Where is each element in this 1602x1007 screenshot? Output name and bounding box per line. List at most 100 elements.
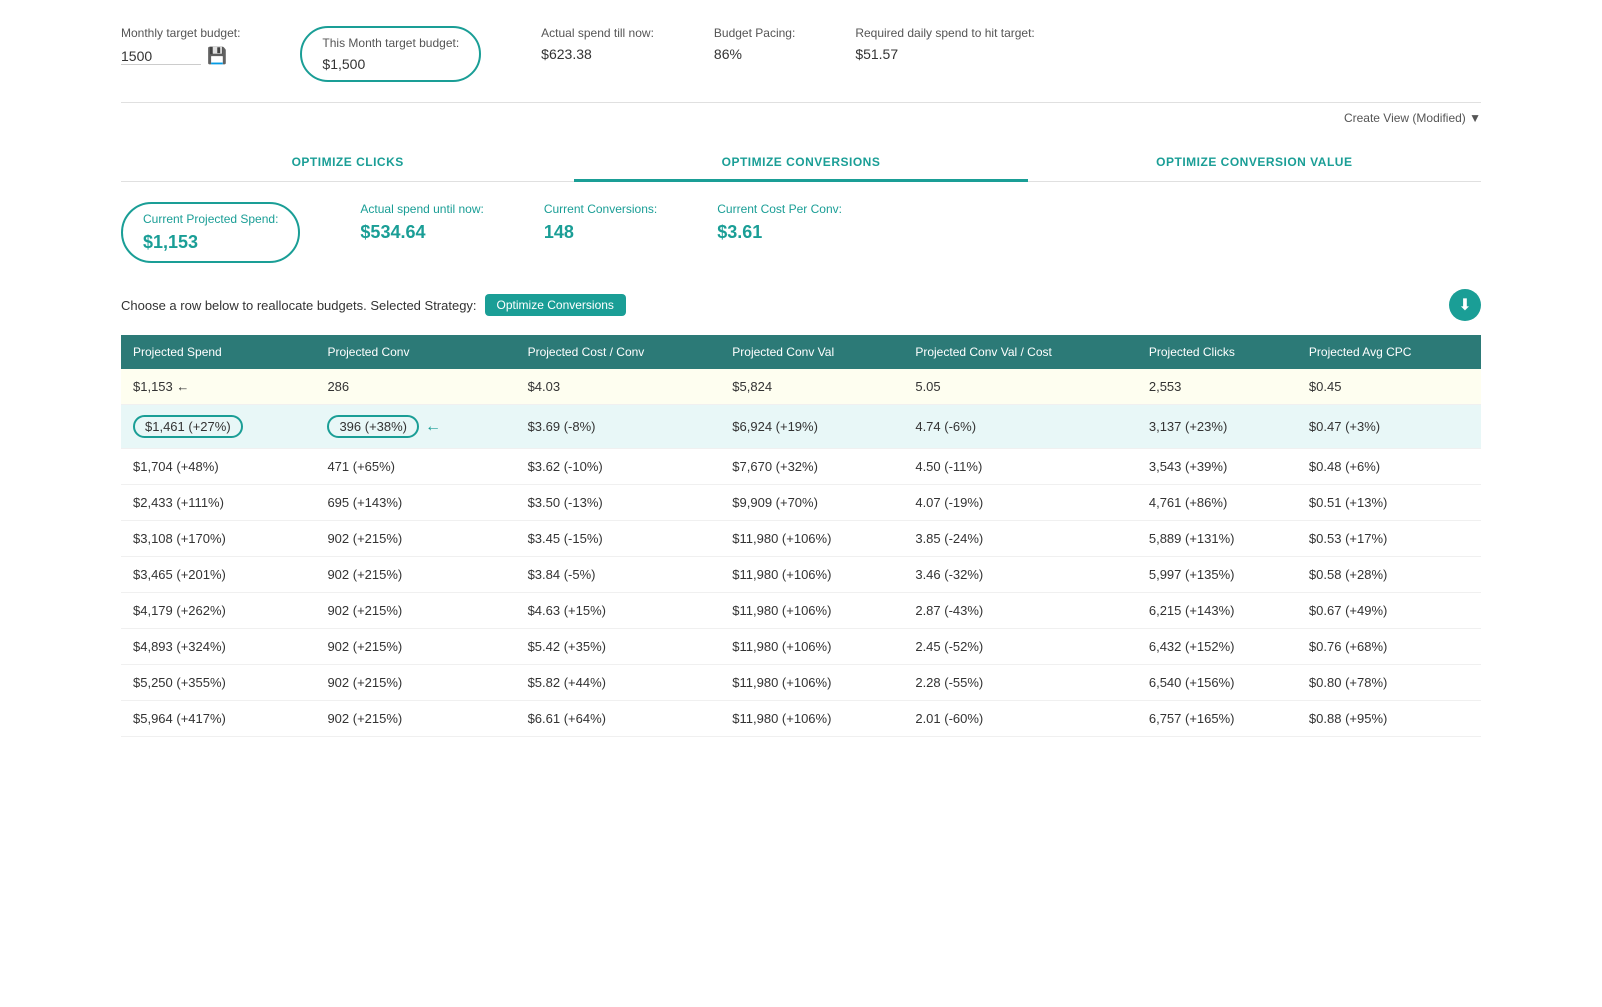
col-projected-conv: Projected Conv	[315, 335, 515, 369]
table-header-row: Projected Spend Projected Conv Projected…	[121, 335, 1481, 369]
table-cell: $0.88 (+95%)	[1297, 701, 1481, 737]
table-cell: $11,980 (+106%)	[720, 665, 903, 701]
table-row[interactable]: $2,433 (+111%)695 (+143%)$3.50 (-13%)$9,…	[121, 485, 1481, 521]
actual-spend-value: $623.38	[541, 46, 592, 62]
table-cell: 3.46 (-32%)	[903, 557, 1137, 593]
table-row[interactable]: $1,153 ←286$4.03$5,8245.052,553$0.45	[121, 369, 1481, 405]
monthly-target-budget: Monthly target budget: 💾	[121, 26, 240, 66]
table-row[interactable]: $3,108 (+170%)902 (+215%)$3.45 (-15%)$11…	[121, 521, 1481, 557]
table-cell: $3,108 (+170%)	[121, 521, 315, 557]
table-cell: 4.74 (-6%)	[903, 405, 1137, 449]
cost-per-conv-value: $3.61	[717, 222, 842, 243]
conversions-label: Current Conversions:	[544, 202, 657, 216]
table-cell: 6,757 (+165%)	[1137, 701, 1297, 737]
required-daily-spend: Required daily spend to hit target: $51.…	[855, 26, 1034, 62]
table-cell: 6,432 (+152%)	[1137, 629, 1297, 665]
table-cell: $5.42 (+35%)	[516, 629, 721, 665]
table-cell: 5,889 (+131%)	[1137, 521, 1297, 557]
download-button[interactable]: ⬇	[1449, 289, 1481, 321]
table-cell: $2,433 (+111%)	[121, 485, 315, 521]
table-cell: 695 (+143%)	[315, 485, 515, 521]
table-cell: $0.48 (+6%)	[1297, 449, 1481, 485]
table-cell: $3.50 (-13%)	[516, 485, 721, 521]
col-projected-conv-val: Projected Conv Val	[720, 335, 903, 369]
table-cell: $1,461 (+27%)	[121, 405, 315, 449]
table-cell: 902 (+215%)	[315, 701, 515, 737]
table-cell: 4.50 (-11%)	[903, 449, 1137, 485]
table-cell: 6,540 (+156%)	[1137, 665, 1297, 701]
col-projected-cost-conv: Projected Cost / Conv	[516, 335, 721, 369]
conversions-value: 148	[544, 222, 657, 243]
budget-pacing-value: 86%	[714, 46, 742, 62]
table-cell: $5,824	[720, 369, 903, 405]
this-month-label: This Month target budget:	[322, 36, 459, 50]
col-projected-conv-val-cost: Projected Conv Val / Cost	[903, 335, 1137, 369]
table-cell: 3,137 (+23%)	[1137, 405, 1297, 449]
table-row[interactable]: $1,704 (+48%)471 (+65%)$3.62 (-10%)$7,67…	[121, 449, 1481, 485]
strategy-text: Choose a row below to reallocate budgets…	[121, 298, 477, 313]
table-cell: 396 (+38%)←	[315, 405, 515, 449]
table-cell: $0.80 (+78%)	[1297, 665, 1481, 701]
actual-spend-until-now: Actual spend until now: $534.64	[360, 202, 483, 263]
actual-spend: Actual spend till now: $623.38	[541, 26, 654, 62]
table-cell: $7,670 (+32%)	[720, 449, 903, 485]
table-cell: $11,980 (+106%)	[720, 593, 903, 629]
current-conversions: Current Conversions: 148	[544, 202, 657, 263]
strategy-tabs: OPTIMIZE CLICKS OPTIMIZE CONVERSIONS OPT…	[121, 141, 1481, 182]
table-cell: $1,153 ←	[121, 369, 315, 405]
table-row[interactable]: $1,461 (+27%)396 (+38%)←$3.69 (-8%)$6,92…	[121, 405, 1481, 449]
table-cell: 902 (+215%)	[315, 665, 515, 701]
table-cell: 6,215 (+143%)	[1137, 593, 1297, 629]
table-cell: 902 (+215%)	[315, 521, 515, 557]
table-row[interactable]: $5,250 (+355%)902 (+215%)$5.82 (+44%)$11…	[121, 665, 1481, 701]
actual-spend-label: Actual spend till now:	[541, 26, 654, 40]
table-cell: $5,250 (+355%)	[121, 665, 315, 701]
table-cell: $3.84 (-5%)	[516, 557, 721, 593]
table-cell: 286	[315, 369, 515, 405]
projection-table: Projected Spend Projected Conv Projected…	[121, 335, 1481, 737]
table-cell: $11,980 (+106%)	[720, 557, 903, 593]
table-cell: $11,980 (+106%)	[720, 521, 903, 557]
table-cell: $4.03	[516, 369, 721, 405]
current-cost-per-conv: Current Cost Per Conv: $3.61	[717, 202, 842, 263]
table-cell: $6.61 (+64%)	[516, 701, 721, 737]
table-cell: $0.67 (+49%)	[1297, 593, 1481, 629]
required-daily-value: $51.57	[855, 46, 898, 62]
create-view-row: Create View (Modified) ▼	[121, 103, 1481, 133]
table-cell: $1,704 (+48%)	[121, 449, 315, 485]
col-projected-spend: Projected Spend	[121, 335, 315, 369]
table-cell: $4,893 (+324%)	[121, 629, 315, 665]
budget-pacing: Budget Pacing: 86%	[714, 26, 795, 62]
table-cell: 2.45 (-52%)	[903, 629, 1137, 665]
table-cell: $0.76 (+68%)	[1297, 629, 1481, 665]
table-cell: $0.53 (+17%)	[1297, 521, 1481, 557]
col-projected-clicks: Projected Clicks	[1137, 335, 1297, 369]
table-row[interactable]: $3,465 (+201%)902 (+215%)$3.84 (-5%)$11,…	[121, 557, 1481, 593]
tab-optimize-clicks[interactable]: OPTIMIZE CLICKS	[121, 141, 574, 181]
table-row[interactable]: $5,964 (+417%)902 (+215%)$6.61 (+64%)$11…	[121, 701, 1481, 737]
this-month-value: $1,500	[322, 56, 365, 72]
table-cell: 5,997 (+135%)	[1137, 557, 1297, 593]
tab-optimize-conversions[interactable]: OPTIMIZE CONVERSIONS	[574, 141, 1027, 181]
create-view-button[interactable]: Create View (Modified) ▼	[1344, 111, 1481, 125]
strategy-info-row: Choose a row below to reallocate budgets…	[121, 279, 1481, 335]
actual-spend-until-value: $534.64	[360, 222, 483, 243]
table-cell: 5.05	[903, 369, 1137, 405]
table-cell: 902 (+215%)	[315, 557, 515, 593]
col-projected-avg-cpc: Projected Avg CPC	[1297, 335, 1481, 369]
stats-row: Current Projected Spend: $1,153 Actual s…	[121, 182, 1481, 279]
strategy-badge: Optimize Conversions	[485, 294, 626, 316]
table-row[interactable]: $4,179 (+262%)902 (+215%)$4.63 (+15%)$11…	[121, 593, 1481, 629]
table-cell: $4,179 (+262%)	[121, 593, 315, 629]
table-cell: 2.87 (-43%)	[903, 593, 1137, 629]
tab-optimize-conversion-value[interactable]: OPTIMIZE CONVERSION VALUE	[1028, 141, 1481, 181]
monthly-target-input[interactable]	[121, 48, 201, 65]
budget-row: Monthly target budget: 💾 This Month targ…	[121, 16, 1481, 103]
save-icon[interactable]: 💾	[207, 46, 227, 66]
table-cell: $3.45 (-15%)	[516, 521, 721, 557]
table-cell: $5.82 (+44%)	[516, 665, 721, 701]
table-cell: 2,553	[1137, 369, 1297, 405]
table-cell: $0.51 (+13%)	[1297, 485, 1481, 521]
table-row[interactable]: $4,893 (+324%)902 (+215%)$5.42 (+35%)$11…	[121, 629, 1481, 665]
table-cell: $3.62 (-10%)	[516, 449, 721, 485]
